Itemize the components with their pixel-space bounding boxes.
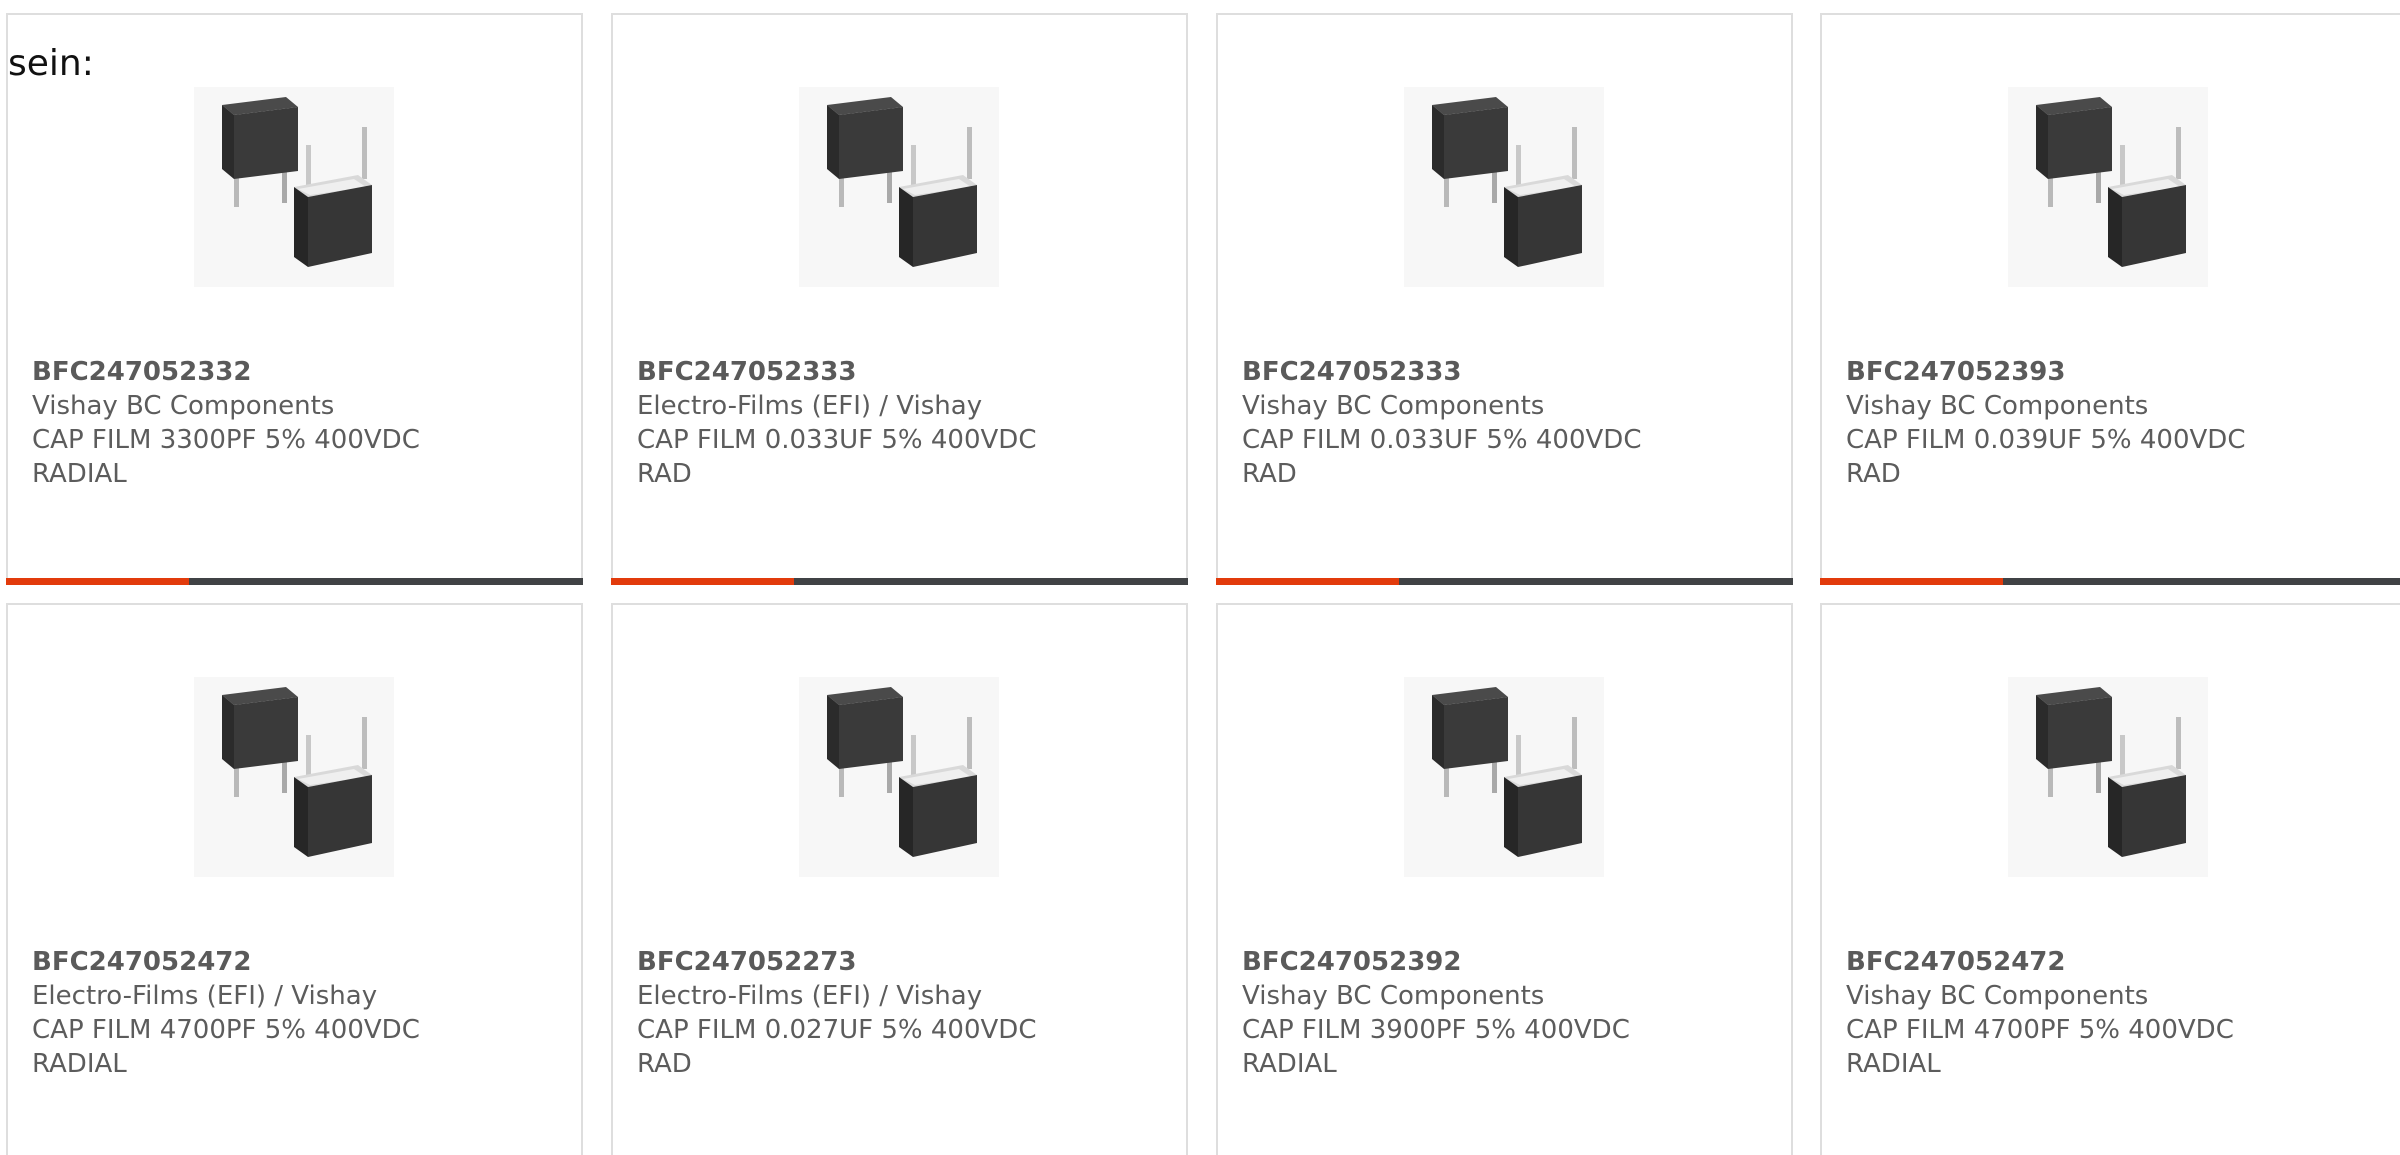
description: CAP FILM 3900PF 5% 400VDC	[1242, 1015, 1630, 1045]
film-capacitor-product-image	[194, 87, 394, 287]
product-card[interactable]: BFC247052333 Electro-Films (EFI) / Visha…	[611, 13, 1188, 585]
film-capacitor-product-image	[194, 677, 394, 877]
card-accent-bar	[1820, 578, 2003, 585]
part-number[interactable]: BFC247052273	[637, 945, 1166, 979]
manufacturer: Vishay BC Components	[1846, 391, 2149, 421]
card-footer-bar	[611, 578, 1188, 585]
description-cont: RADIAL	[1846, 1049, 1941, 1079]
film-capacitor-product-image	[1404, 677, 1604, 877]
product-card[interactable]: BFC247052472 Electro-Films (EFI) / Visha…	[6, 603, 583, 1155]
part-number[interactable]: BFC247052393	[1846, 355, 2380, 389]
part-number[interactable]: BFC247052472	[32, 945, 561, 979]
manufacturer: Vishay BC Components	[1242, 391, 1545, 421]
product-card[interactable]: BFC247052393 Vishay BC Components CAP FI…	[1820, 13, 2400, 585]
card-footer-bar	[1820, 578, 2400, 585]
part-number[interactable]: BFC247052333	[1242, 355, 1771, 389]
product-card[interactable]: BFC247052472 Vishay BC Components CAP FI…	[1820, 603, 2400, 1155]
description: CAP FILM 0.039UF 5% 400VDC	[1846, 425, 2246, 455]
description: CAP FILM 0.033UF 5% 400VDC	[637, 425, 1037, 455]
product-card[interactable]: BFC247052273 Electro-Films (EFI) / Visha…	[611, 603, 1188, 1155]
part-number[interactable]: BFC247052392	[1242, 945, 1771, 979]
product-card[interactable]: BFC247052332 Vishay BC Components CAP FI…	[6, 13, 583, 585]
card-accent-bar	[6, 578, 189, 585]
description: CAP FILM 3300PF 5% 400VDC	[32, 425, 420, 455]
manufacturer: Vishay BC Components	[32, 391, 335, 421]
card-footer-bar	[6, 578, 583, 585]
product-card[interactable]: BFC247052392 Vishay BC Components CAP FI…	[1216, 603, 1793, 1155]
film-capacitor-product-image	[2008, 87, 2208, 287]
part-number[interactable]: BFC247052472	[1846, 945, 2380, 979]
film-capacitor-product-image	[799, 677, 999, 877]
description: CAP FILM 0.027UF 5% 400VDC	[637, 1015, 1037, 1045]
description-cont: RADIAL	[32, 459, 127, 489]
intro-text: sein:	[8, 43, 94, 84]
description: CAP FILM 0.033UF 5% 400VDC	[1242, 425, 1642, 455]
film-capacitor-product-image	[1404, 87, 1604, 287]
part-number[interactable]: BFC247052332	[32, 355, 561, 389]
description-cont: RADIAL	[32, 1049, 127, 1079]
film-capacitor-product-image	[799, 87, 999, 287]
description-cont: RAD	[637, 459, 692, 489]
description-cont: RAD	[637, 1049, 692, 1079]
product-card[interactable]: BFC247052333 Vishay BC Components CAP FI…	[1216, 13, 1793, 585]
manufacturer: Electro-Films (EFI) / Vishay	[637, 981, 983, 1011]
card-accent-bar	[1216, 578, 1399, 585]
product-grid-page: sein: BFC247052332 Vishay BC Components …	[0, 0, 2400, 1155]
description: CAP FILM 4700PF 5% 400VDC	[1846, 1015, 2234, 1045]
manufacturer: Vishay BC Components	[1846, 981, 2149, 1011]
manufacturer: Electro-Films (EFI) / Vishay	[637, 391, 983, 421]
manufacturer: Vishay BC Components	[1242, 981, 1545, 1011]
film-capacitor-product-image	[2008, 677, 2208, 877]
description: CAP FILM 4700PF 5% 400VDC	[32, 1015, 420, 1045]
card-accent-bar	[611, 578, 794, 585]
description-cont: RADIAL	[1242, 1049, 1337, 1079]
part-number[interactable]: BFC247052333	[637, 355, 1166, 389]
description-cont: RAD	[1846, 459, 1901, 489]
description-cont: RAD	[1242, 459, 1297, 489]
manufacturer: Electro-Films (EFI) / Vishay	[32, 981, 378, 1011]
card-footer-bar	[1216, 578, 1793, 585]
